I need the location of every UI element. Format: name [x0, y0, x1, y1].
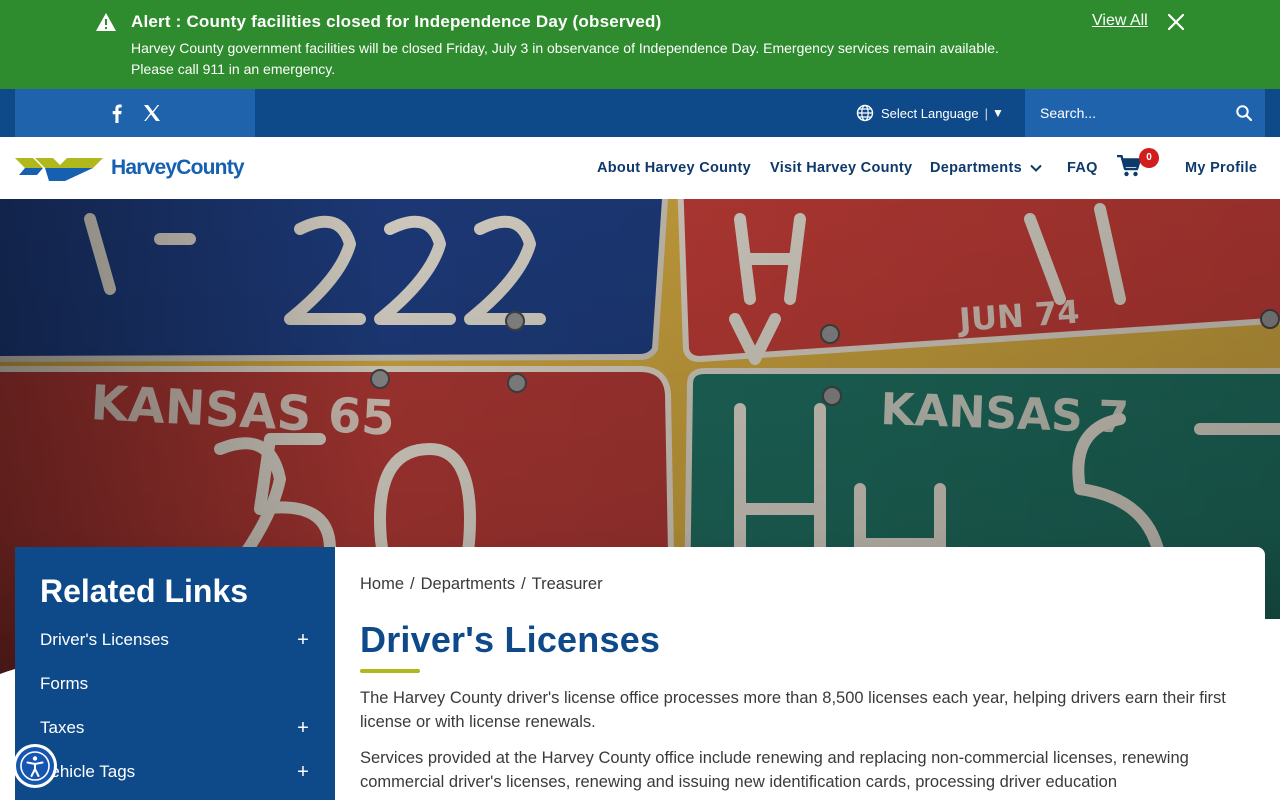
cart-count-badge: 0 — [1139, 148, 1159, 168]
alert-title: Alert : County facilities closed for Ind… — [131, 12, 662, 31]
globe-icon — [856, 104, 874, 122]
accessibility-button[interactable] — [13, 744, 57, 788]
expand-plus-icon[interactable]: + — [296, 629, 310, 652]
sidebar-item-vehicle-tags[interactable]: Vehicle Tags + — [40, 757, 310, 787]
search-icon[interactable] — [1236, 105, 1252, 121]
nav-about[interactable]: About Harvey County — [597, 137, 751, 199]
intro-paragraph: The Harvey County driver's license offic… — [360, 689, 1226, 731]
related-links-sidebar: Related Links Driver's Licenses + Forms … — [15, 547, 335, 800]
utility-bar: Select Language | ▼ — [0, 89, 1280, 137]
breadcrumb: Home / Departments / Treasurer — [360, 575, 603, 594]
breadcrumb-treasurer[interactable]: Treasurer — [532, 575, 603, 593]
title-underline — [360, 669, 420, 673]
shopping-cart-icon[interactable] — [1117, 155, 1141, 177]
alert-banner: Alert : County facilities closed for Ind… — [0, 0, 1280, 89]
nav-visit[interactable]: Visit Harvey County — [770, 137, 912, 199]
close-icon[interactable] — [1167, 13, 1185, 31]
sidebar-item-label: Taxes — [40, 718, 85, 737]
language-label: Select Language — [881, 105, 979, 121]
site-header: HarveyCounty About Harvey County Visit H… — [0, 137, 1280, 199]
breadcrumb-home[interactable]: Home — [360, 575, 404, 593]
view-all-link[interactable]: View All — [1092, 12, 1148, 30]
site-logo[interactable]: HarveyCounty — [15, 153, 245, 183]
nav-faq[interactable]: FAQ — [1067, 137, 1098, 199]
language-separator: | — [984, 105, 988, 121]
sidebar-item-drivers-licenses[interactable]: Driver's Licenses + — [40, 625, 310, 655]
warning-icon — [96, 13, 116, 31]
caret-down-icon: ▼ — [991, 106, 1004, 120]
sidebar-item-label: Forms — [40, 674, 89, 693]
sidebar-item-taxes[interactable]: Taxes + — [40, 713, 310, 743]
chevron-down-icon — [1030, 164, 1042, 172]
sidebar-item-label: Driver's Licenses — [40, 630, 169, 649]
social-links — [15, 89, 255, 137]
nav-departments[interactable]: Departments — [930, 137, 1042, 199]
services-paragraph: Services provided at the Harvey County o… — [360, 749, 1189, 791]
x-icon[interactable] — [143, 104, 161, 122]
breadcrumb-departments[interactable]: Departments — [421, 575, 515, 593]
nav-departments-label: Departments — [930, 160, 1022, 176]
search-box — [1025, 89, 1265, 137]
main-content: Home / Departments / Treasurer Driver's Lice… — [335, 547, 1265, 800]
expand-plus-icon[interactable]: + — [296, 717, 310, 740]
expand-plus-icon[interactable]: + — [296, 761, 310, 784]
alert-body: Harvey County government facilities will… — [131, 40, 999, 77]
nav-my-profile[interactable]: My Profile — [1185, 137, 1257, 199]
sidebar-title: Related Links — [40, 573, 249, 609]
search-input[interactable] — [1025, 89, 1225, 137]
page-title: Driver's Licenses — [360, 619, 661, 660]
breadcrumb-separator: / — [521, 575, 526, 593]
sidebar-item-forms[interactable]: Forms — [40, 669, 310, 699]
facebook-icon[interactable] — [108, 103, 124, 123]
language-selector[interactable]: Select Language | ▼ — [856, 89, 1004, 137]
logo-mark-icon — [15, 158, 103, 181]
accessibility-icon — [16, 747, 54, 785]
breadcrumb-separator: / — [410, 575, 415, 593]
logo-text: HarveyCounty — [111, 156, 245, 179]
